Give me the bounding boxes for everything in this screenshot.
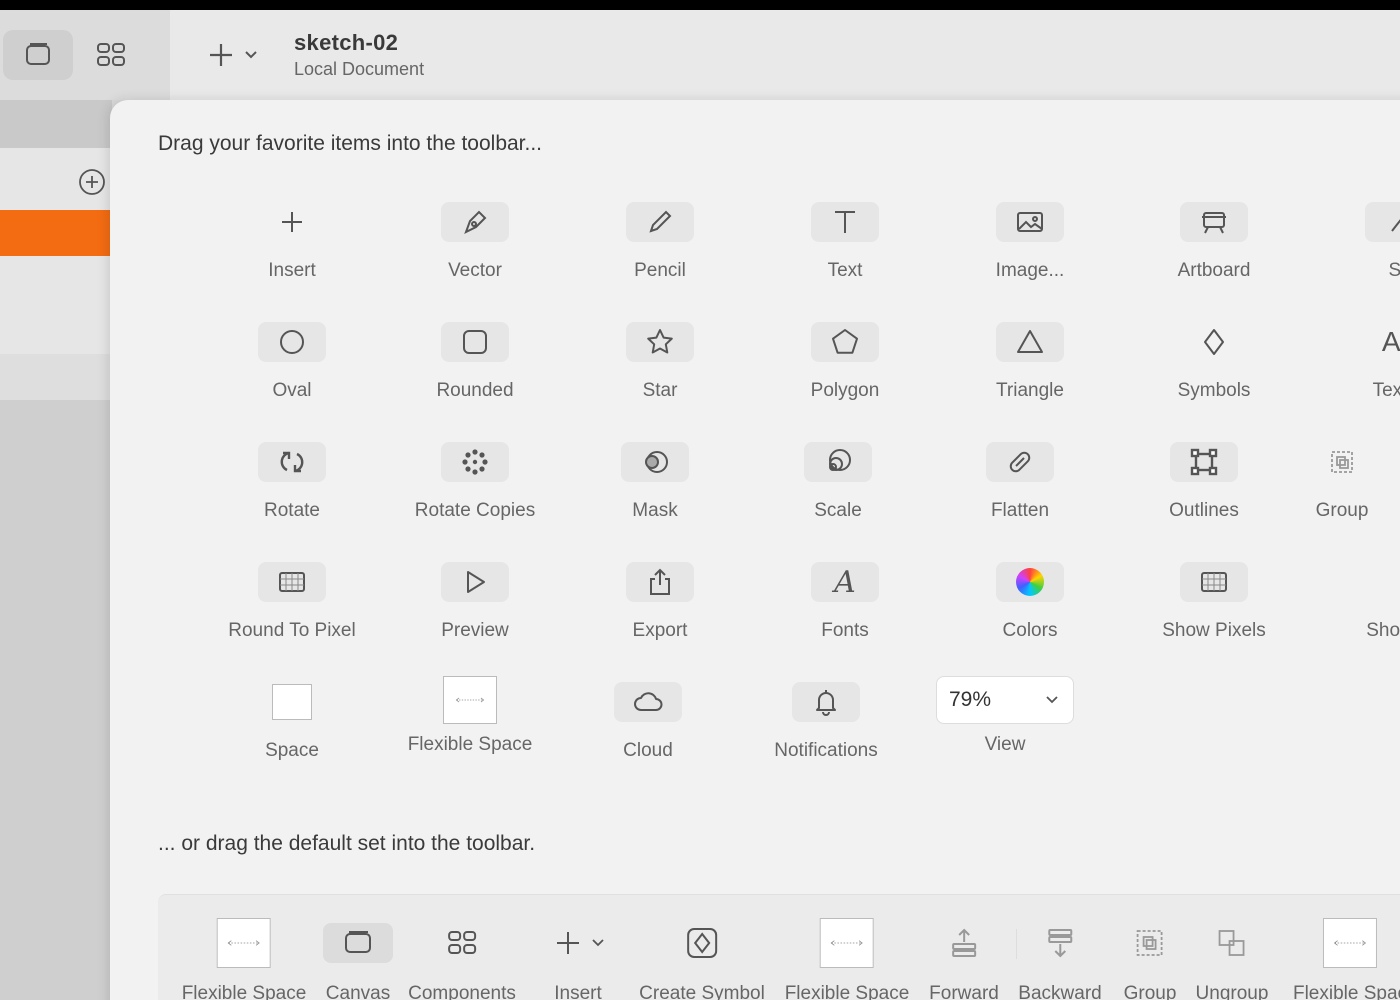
cloud-icon (634, 692, 663, 711)
flatten-icon (1009, 451, 1031, 473)
components-view-button[interactable] (76, 30, 146, 80)
play-icon (467, 571, 485, 593)
star-icon (647, 329, 673, 354)
chevron-down-icon (245, 51, 257, 59)
sidebar-layer-row[interactable] (0, 354, 112, 400)
default-item-forward: Forward (929, 917, 999, 1000)
pencil-icon (649, 210, 672, 233)
default-item-insert: Insert (551, 917, 605, 1000)
default-item-flexible-space-2: Flexible Space (785, 917, 909, 1000)
group-icon (1331, 451, 1353, 473)
default-item-create-symbol: Create Symbol (639, 917, 765, 1000)
slice-icon (1391, 219, 1400, 232)
sidebar-header (0, 100, 112, 148)
group-icon (1137, 930, 1163, 956)
create-symbol-icon (686, 928, 717, 958)
canvas-view-button[interactable] (3, 30, 73, 80)
instruction-default-set: ... or drag the default set into the too… (158, 832, 536, 855)
flexible-space-icon (443, 676, 497, 724)
document-title: sketch-02 (294, 30, 399, 55)
text-styles-icon: Aa (1381, 326, 1400, 357)
toolbar-item-text-styles[interactable]: Aa Text S (1289, 322, 1400, 402)
backward-icon (1047, 929, 1072, 958)
outlines-icon (1190, 448, 1218, 476)
round-to-pixel-icon (279, 572, 305, 592)
space-box-icon (272, 684, 312, 720)
default-item-components: Components (408, 917, 516, 1000)
toolbar-item-group[interactable]: Group (1232, 442, 1400, 522)
canvas-icon (345, 931, 371, 953)
toolbar-separator (1016, 929, 1017, 959)
components-grid-icon (447, 931, 476, 954)
flexible-space-icon (217, 918, 271, 968)
flexible-space-icon (820, 918, 874, 968)
toolbar-item-ungroup[interactable]: U (1385, 442, 1400, 522)
plus-icon (282, 212, 302, 232)
default-toolbar-set[interactable]: Flexible Space Canvas Components Insert … (158, 894, 1400, 1000)
zoom-select[interactable]: 79% (936, 676, 1074, 724)
image-icon (1017, 212, 1043, 232)
default-item-ungroup: Ungroup (1196, 917, 1268, 1000)
polygon-icon (832, 329, 858, 354)
ungroup-icon (1219, 930, 1245, 956)
triangle-icon (1017, 330, 1043, 353)
artboard-icon (1202, 212, 1226, 234)
show-pixels-icon (1201, 572, 1227, 592)
oval-icon (280, 330, 304, 354)
rotate-copies-icon (462, 449, 488, 475)
components-grid-icon (97, 43, 125, 66)
toolbar-item-view-zoom[interactable]: 79% View (895, 676, 1115, 756)
rotate-icon (280, 451, 304, 473)
instruction-favorites: Drag your favorite items into the toolba… (158, 132, 543, 155)
flexible-space-icon (1323, 918, 1377, 968)
canvas-icon (26, 43, 50, 65)
toolbar-item-show[interactable]: Show (1280, 562, 1400, 642)
rounded-rect-icon (463, 330, 487, 354)
default-item-flexible-space-1: Flexible Space (182, 917, 306, 1000)
plus-icon (210, 44, 232, 66)
show-icon (1394, 567, 1400, 597)
default-item-flexible-space-3: Flexible Spac (1293, 917, 1400, 1000)
default-item-canvas: Canvas (323, 917, 393, 1000)
default-item-backward: Backward (1018, 917, 1102, 1000)
customize-toolbar-sheet: Drag your favorite items into the toolba… (110, 100, 1400, 1000)
share-icon (650, 568, 670, 595)
default-item-group: Group (1124, 917, 1176, 1000)
scale-icon (829, 449, 851, 471)
app-window: sketch-02 Local Document Drag your favor… (0, 10, 1400, 1000)
sidebar-selected-page[interactable] (0, 210, 112, 256)
text-icon (835, 211, 855, 233)
titlebar: sketch-02 Local Document (0, 10, 1400, 100)
view-switcher (0, 10, 170, 100)
mask-icon (645, 451, 668, 473)
forward-icon (952, 928, 976, 957)
plus-icon (557, 932, 579, 954)
add-page-icon[interactable] (78, 168, 106, 196)
toolbar-item-slice[interactable]: Sli (1289, 202, 1400, 282)
pen-icon (464, 210, 487, 235)
titlebar-insert-button[interactable] (206, 34, 258, 76)
symbols-diamond-icon (1204, 329, 1224, 355)
chevron-down-icon (1046, 696, 1058, 704)
zoom-value: 79% (949, 688, 992, 711)
sidebar (0, 100, 112, 1000)
document-subtitle: Local Document (294, 59, 425, 79)
fonts-icon: A (834, 564, 856, 600)
color-wheel-icon (1016, 568, 1044, 596)
chevron-down-icon (592, 939, 604, 947)
bell-icon (816, 690, 836, 716)
